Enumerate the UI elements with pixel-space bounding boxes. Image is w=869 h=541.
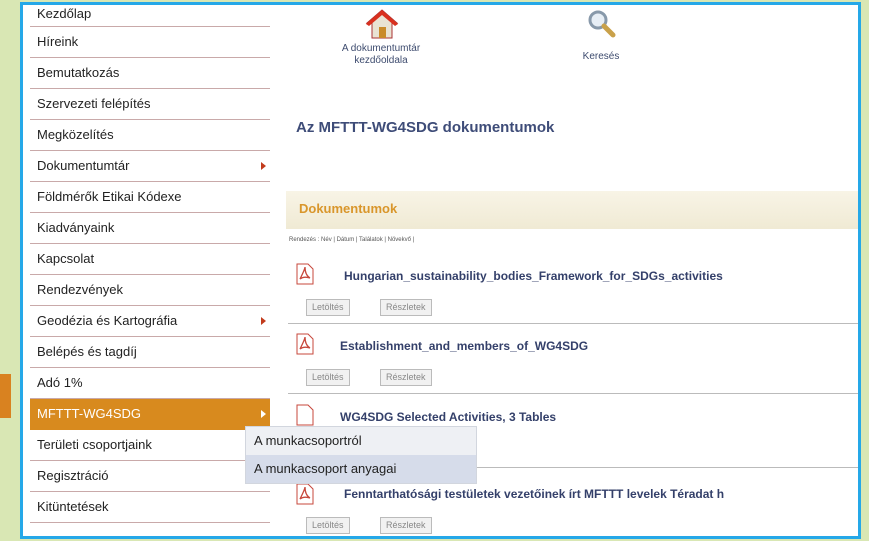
sidebar-item-hireink[interactable]: Híreink: [30, 27, 270, 58]
sidebar-item-bemutatkozas[interactable]: Bemutatkozás: [30, 58, 270, 89]
document-row: Fenntarthatósági testületek vezetőinek í…: [288, 483, 858, 536]
sidebar-item-dokumentumtar[interactable]: Dokumentumtár: [30, 151, 270, 182]
magnifier-icon[interactable]: [586, 8, 616, 43]
sidebar-item-label: Rendezvények: [37, 282, 123, 297]
sidebar-item-label: MFTTT-WG4SDG: [37, 406, 141, 421]
sidebar-item-label: Dokumentumtár: [37, 158, 130, 173]
sidebar-item-label: Földmérők Etikai Kódexe: [37, 189, 182, 204]
sidebar-item-ado[interactable]: Adó 1%: [30, 368, 270, 399]
sidebar-item-mfttt-wg4sdg[interactable]: MFTTT-WG4SDG: [30, 399, 270, 430]
submenu-arrow-icon: [261, 410, 266, 418]
document-title-link[interactable]: Hungarian_sustainability_bodies_Framewor…: [344, 269, 723, 283]
sidebar-item-teruleti-csoportjaink[interactable]: Területi csoportjaink: [30, 430, 270, 461]
sidebar-item-regisztracio[interactable]: Regisztráció: [30, 461, 270, 492]
document-title-link[interactable]: WG4SDG Selected Activities, 3 Tables: [340, 410, 556, 424]
document-title-link[interactable]: Fenntarthatósági testületek vezetőinek í…: [344, 487, 724, 501]
flyout-item-munkacsoportrol[interactable]: A munkacsoportról: [246, 427, 476, 455]
sidebar-item-label: Kapcsolat: [37, 251, 95, 266]
sidebar-item-geodezia[interactable]: Geodézia és Kartográfia: [30, 306, 270, 337]
sidebar-item-label: Híreink: [37, 34, 79, 49]
submenu-flyout: A munkacsoportról A munkacsoport anyagai: [245, 426, 477, 484]
documents-section-header: Dokumentumok: [286, 191, 858, 229]
row-divider: [288, 323, 858, 324]
download-button[interactable]: Letöltés: [306, 369, 350, 386]
download-button[interactable]: Letöltés: [306, 299, 350, 316]
sidebar-item-kapcsolat[interactable]: Kapcsolat: [30, 244, 270, 275]
sidebar-item-label: Belépés és tagdíj: [37, 344, 137, 359]
submenu-arrow-icon: [261, 317, 266, 325]
search-link[interactable]: Keresés: [571, 51, 631, 63]
sidebar-item-belepes[interactable]: Belépés és tagdíj: [30, 337, 270, 368]
browser-frame: Kezdőlap Híreink Bemutatkozás Szervezeti…: [20, 2, 861, 539]
submenu-arrow-icon: [261, 162, 266, 170]
page-title: Az MFTTT-WG4SDG dokumentumok: [296, 119, 555, 136]
sidebar-item-kiadvanyaink[interactable]: Kiadványaink: [30, 213, 270, 244]
sidebar-item-label: Bemutatkozás: [37, 65, 120, 80]
row-divider: [288, 393, 858, 394]
search-link-label: Keresés: [582, 51, 620, 62]
sidebar-item-label: Szervezeti felépítés: [37, 96, 151, 111]
sidebar-menu: Kezdőlap Híreink Bemutatkozás Szervezeti…: [30, 5, 270, 536]
sidebar-item-label: Kezdőlap: [37, 6, 92, 21]
orange-edge-tab: [0, 374, 11, 418]
pdf-file-icon: [296, 263, 314, 285]
home-icon[interactable]: [365, 8, 399, 45]
sidebar-item-label: Területi csoportjaink: [37, 437, 152, 452]
pdf-file-icon: [296, 404, 314, 426]
sidebar-item-rendezvenyek[interactable]: Rendezvények: [30, 275, 270, 306]
flyout-item-label: A munkacsoportról: [254, 433, 362, 448]
sidebar-item-label: Geodézia és Kartográfia: [37, 313, 178, 328]
sidebar-item-label: Kiadványaink: [37, 220, 115, 235]
download-button[interactable]: Letöltés: [306, 517, 350, 534]
sidebar-item-label: Kitüntetések: [37, 499, 109, 514]
sort-bar[interactable]: Rendezés : Név | Dátum | Találatok | Növ…: [289, 237, 414, 243]
flyout-item-munkacsoport-anyagai[interactable]: A munkacsoport anyagai: [246, 455, 476, 483]
details-button[interactable]: Részletek: [380, 369, 432, 386]
sidebar-item-megkozelites[interactable]: Megközelítés: [30, 120, 270, 151]
sidebar-item-szervezeti-felepites[interactable]: Szervezeti felépítés: [30, 89, 270, 120]
sidebar-item-label: Adó 1%: [37, 375, 83, 390]
home-link-line2: kezdőoldala: [354, 55, 408, 66]
details-button[interactable]: Részletek: [380, 517, 432, 534]
home-link-line1: A dokumentumtár: [341, 43, 421, 54]
home-link[interactable]: A dokumentumtár kezdőoldala: [317, 43, 445, 67]
document-title-link[interactable]: Establishment_and_members_of_WG4SDG: [340, 339, 588, 353]
section-title: Dokumentumok: [299, 201, 398, 216]
document-row: Establishment_and_members_of_WG4SDG Letö…: [288, 333, 858, 396]
document-row: Hungarian_sustainability_bodies_Framewor…: [288, 263, 858, 326]
sidebar-item-etikai-kodex[interactable]: Földmérők Etikai Kódexe: [30, 182, 270, 213]
sidebar-item-kezdolap[interactable]: Kezdőlap: [30, 5, 270, 27]
pdf-file-icon: [296, 333, 314, 355]
sidebar-item-kituntetesek[interactable]: Kitüntetések: [30, 492, 270, 523]
flyout-item-label: A munkacsoport anyagai: [254, 461, 397, 476]
sidebar-item-label: Regisztráció: [37, 468, 109, 483]
details-button[interactable]: Részletek: [380, 299, 432, 316]
pdf-file-icon: [296, 483, 314, 505]
sidebar-item-label: Megközelítés: [37, 127, 114, 142]
